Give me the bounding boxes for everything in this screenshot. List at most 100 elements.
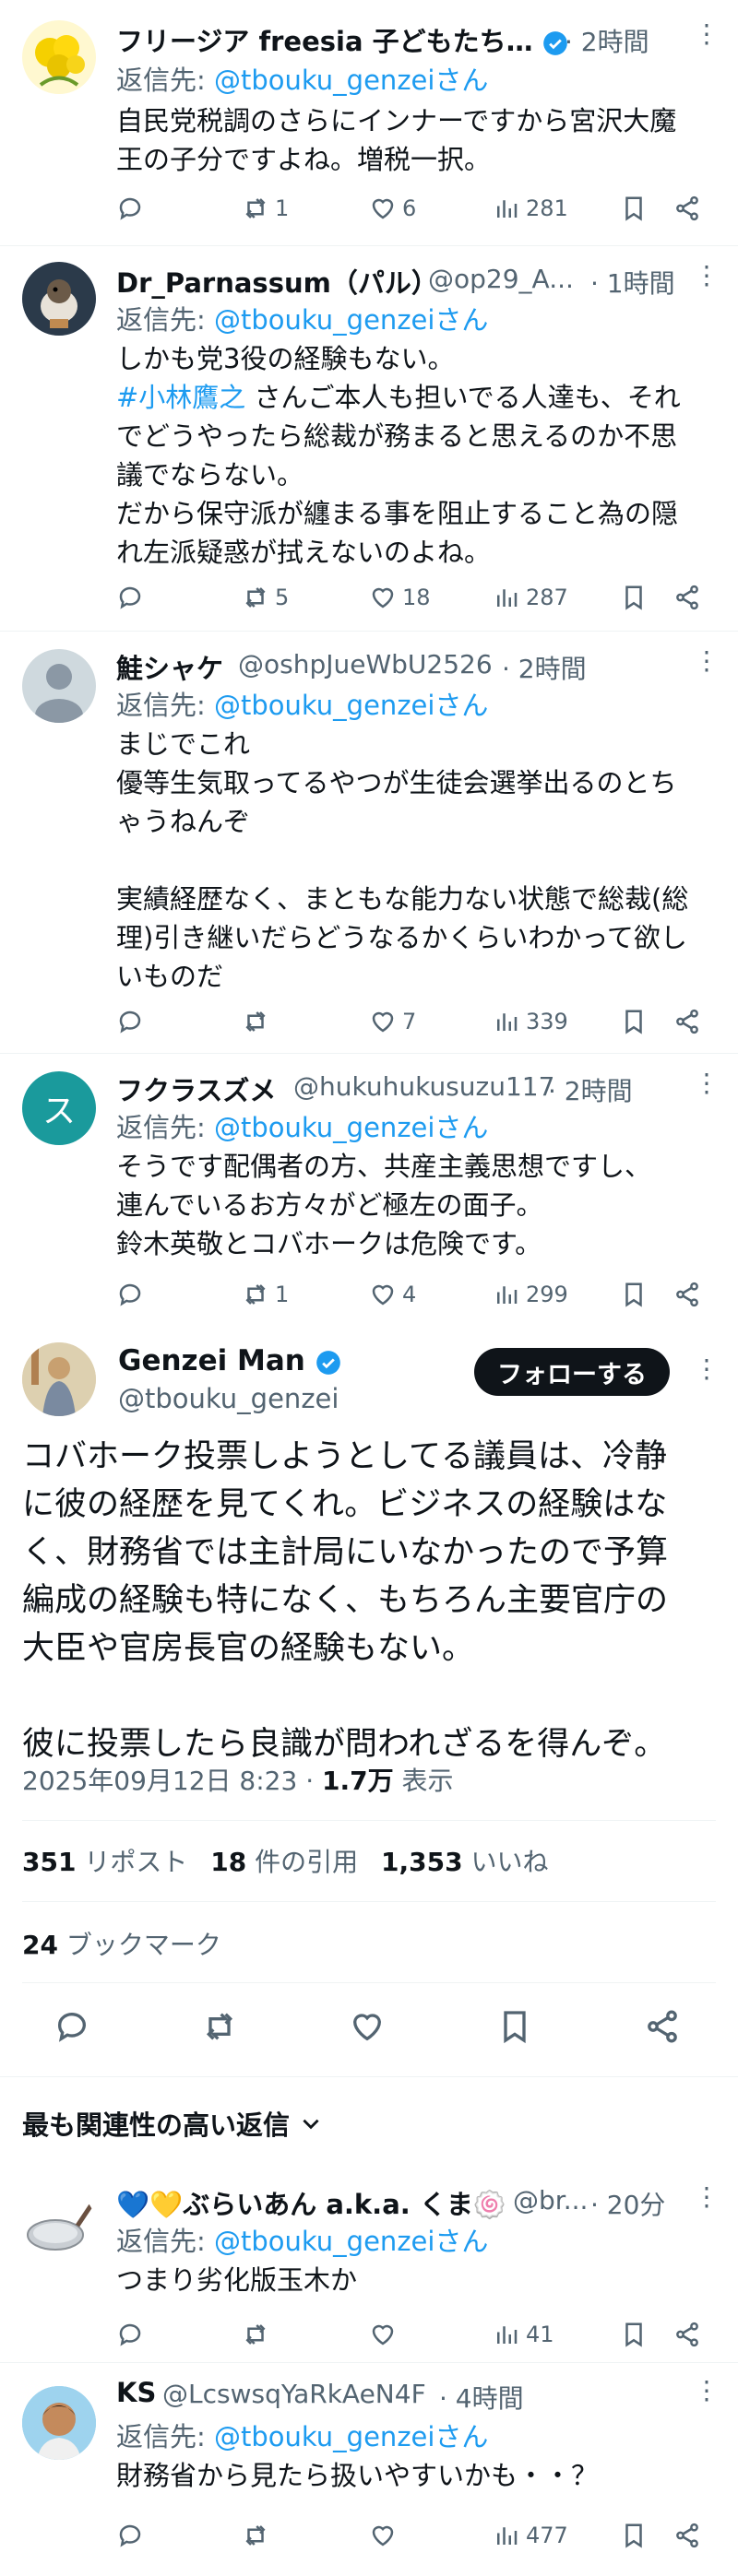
bookmark-stat[interactable]: 24 ブックマーク xyxy=(22,1925,221,1962)
repost-button[interactable]: 1 xyxy=(242,190,289,227)
user-handle[interactable]: @LcswsqYaRkAeN4F xyxy=(162,2379,426,2409)
more-options-icon[interactable]: ⋮ xyxy=(694,2181,720,2212)
share-button[interactable] xyxy=(673,190,701,227)
display-name[interactable]: Genzei Man xyxy=(118,1344,341,1377)
display-name[interactable]: 💙💛ぶらいあん a.k.a. くま🍥 xyxy=(116,2183,506,2222)
more-options-icon[interactable]: ⋮ xyxy=(694,18,720,49)
reply-to-link[interactable]: @tbouku_genzeiさん xyxy=(214,304,488,336)
display-name[interactable]: フクラスズメ xyxy=(116,1069,276,1108)
like-button[interactable] xyxy=(369,2316,402,2353)
bookmark-button[interactable] xyxy=(620,2517,648,2554)
repost-button[interactable]: 5 xyxy=(242,579,289,616)
follow-button[interactable]: フォローする xyxy=(474,1348,670,1396)
share-button[interactable] xyxy=(673,2517,701,2554)
like-button[interactable]: 4 xyxy=(369,1276,416,1313)
reply-tweet[interactable]: 💙💛ぶらいあん a.k.a. くま🍥 @br... · 20分 ⋮ 返信先: @… xyxy=(0,2170,738,2364)
display-name[interactable]: 鮭シャケ xyxy=(116,647,223,686)
bookmark-button[interactable] xyxy=(620,2316,648,2353)
post-time[interactable]: · 2時間 xyxy=(565,22,649,59)
post-time[interactable]: · 4時間 xyxy=(439,2379,524,2416)
reply-button[interactable] xyxy=(54,2003,90,2050)
avatar[interactable] xyxy=(22,2189,96,2263)
reply-button[interactable] xyxy=(116,190,149,227)
post-timestamp[interactable]: 2025年09月12日 8:23 · xyxy=(22,1766,322,1796)
quote-stat[interactable]: 18 件の引用 xyxy=(210,1847,358,1877)
hashtag-link[interactable]: #小林鷹之 xyxy=(116,382,245,413)
display-name[interactable]: Dr_Parnassum（パル） xyxy=(116,262,438,301)
views-button[interactable]: 477 xyxy=(493,2517,568,2554)
share-button[interactable] xyxy=(673,1003,701,1040)
reply-to-link[interactable]: @tbouku_genzeiさん xyxy=(214,1112,488,1143)
post-time[interactable]: · 20分 xyxy=(590,2185,665,2222)
reply-button[interactable] xyxy=(116,579,149,616)
like-button[interactable]: 7 xyxy=(369,1003,416,1040)
bookmark-button[interactable] xyxy=(620,190,648,227)
display-name[interactable]: KS xyxy=(116,2377,156,2408)
more-options-icon[interactable]: ⋮ xyxy=(694,260,720,290)
more-options-icon[interactable]: ⋮ xyxy=(694,1353,720,1384)
more-options-icon[interactable]: ⋮ xyxy=(694,2375,720,2405)
avatar[interactable] xyxy=(22,1342,96,1416)
views-button[interactable]: 281 xyxy=(493,190,568,227)
bookmark-button[interactable] xyxy=(620,579,648,616)
bookmark-button[interactable] xyxy=(620,1276,648,1313)
reply-tweet[interactable]: KS @LcswsqYaRkAeN4F · 4時間 ⋮ 返信先: @tbouku… xyxy=(0,2364,738,2576)
reply-to-link[interactable]: @tbouku_genzeiさん xyxy=(214,690,488,721)
bookmark-button[interactable] xyxy=(496,2003,533,2050)
repost-button[interactable] xyxy=(242,2517,275,2554)
reply-to-link[interactable]: @tbouku_genzeiさん xyxy=(214,65,488,96)
more-options-icon[interactable]: ⋮ xyxy=(694,645,720,676)
reply-button[interactable] xyxy=(116,2517,149,2554)
user-handle[interactable]: @oshpJueWbU2526 xyxy=(238,649,493,679)
display-name[interactable]: フリージア freesia 子どもたち… xyxy=(116,20,568,59)
bookmark-icon xyxy=(625,196,642,221)
reply-button[interactable] xyxy=(116,1276,149,1313)
repost-button[interactable] xyxy=(242,1003,275,1040)
share-button[interactable] xyxy=(673,579,701,616)
user-handle[interactable]: @hukuhukusuzu117 xyxy=(293,1071,554,1102)
like-stat[interactable]: 1,353 いいね xyxy=(381,1847,548,1877)
views-button[interactable]: 339 xyxy=(493,1003,568,1040)
reply-sort-selector[interactable]: 最も関連性の高い返信 xyxy=(22,2104,323,2143)
repost-button[interactable] xyxy=(242,2316,275,2353)
reply-button[interactable] xyxy=(116,2316,149,2353)
reply-to-link[interactable]: @tbouku_genzeiさん xyxy=(214,2421,488,2452)
reply-button[interactable] xyxy=(116,1003,149,1040)
share-button[interactable] xyxy=(673,1276,701,1313)
reply-tweet[interactable]: フリージア freesia 子どもたち… · 2時間 ⋮ 返信先: @tbouk… xyxy=(0,0,738,247)
user-handle[interactable]: @op29_A... xyxy=(428,264,574,294)
reply-tweet[interactable]: 鮭シャケ @oshpJueWbU2526 · 2時間 ⋮ 返信先: @tbouk… xyxy=(0,632,738,1055)
avatar[interactable]: ス xyxy=(22,1071,96,1145)
reply-to-label: 返信先: xyxy=(116,690,214,721)
bookmark-icon xyxy=(625,2322,642,2347)
like-count: 6 xyxy=(402,195,417,221)
bookmark-button[interactable] xyxy=(620,1003,648,1040)
avatar[interactable] xyxy=(22,262,96,336)
post-time[interactable]: · 1時間 xyxy=(590,264,675,301)
views-button[interactable]: 41 xyxy=(493,2316,554,2353)
avatar[interactable] xyxy=(22,20,96,94)
heart-icon xyxy=(372,1011,394,1033)
reply-to-link[interactable]: @tbouku_genzeiさん xyxy=(214,2226,488,2257)
like-button[interactable] xyxy=(349,2003,386,2050)
repost-button[interactable] xyxy=(201,2003,238,2050)
post-time[interactable]: · 2時間 xyxy=(548,1071,633,1108)
avatar[interactable] xyxy=(22,2386,96,2460)
views-button[interactable]: 299 xyxy=(493,1276,568,1313)
like-stat-label: いいね xyxy=(462,1847,549,1877)
reply-tweet[interactable]: ス フクラスズメ @hukuhukusuzu117 · 2時間 ⋮ 返信先: @… xyxy=(0,1055,738,1322)
reply-tweet[interactable]: Dr_Parnassum（パル） @op29_A... · 1時間 ⋮ 返信先:… xyxy=(0,247,738,634)
post-time[interactable]: · 2時間 xyxy=(502,649,587,686)
user-handle[interactable]: @br... xyxy=(513,2185,588,2216)
avatar[interactable] xyxy=(22,649,96,723)
like-button[interactable]: 6 xyxy=(369,190,416,227)
more-options-icon[interactable]: ⋮ xyxy=(694,1068,720,1098)
share-button[interactable] xyxy=(644,2003,681,2050)
user-handle[interactable]: @tbouku_genzei xyxy=(118,1383,339,1414)
repost-button[interactable]: 1 xyxy=(242,1276,289,1313)
views-button[interactable]: 287 xyxy=(493,579,568,616)
repost-stat[interactable]: 351 リポスト xyxy=(22,1847,187,1877)
like-button[interactable] xyxy=(369,2517,402,2554)
like-button[interactable]: 18 xyxy=(369,579,431,616)
share-button[interactable] xyxy=(673,2316,701,2353)
